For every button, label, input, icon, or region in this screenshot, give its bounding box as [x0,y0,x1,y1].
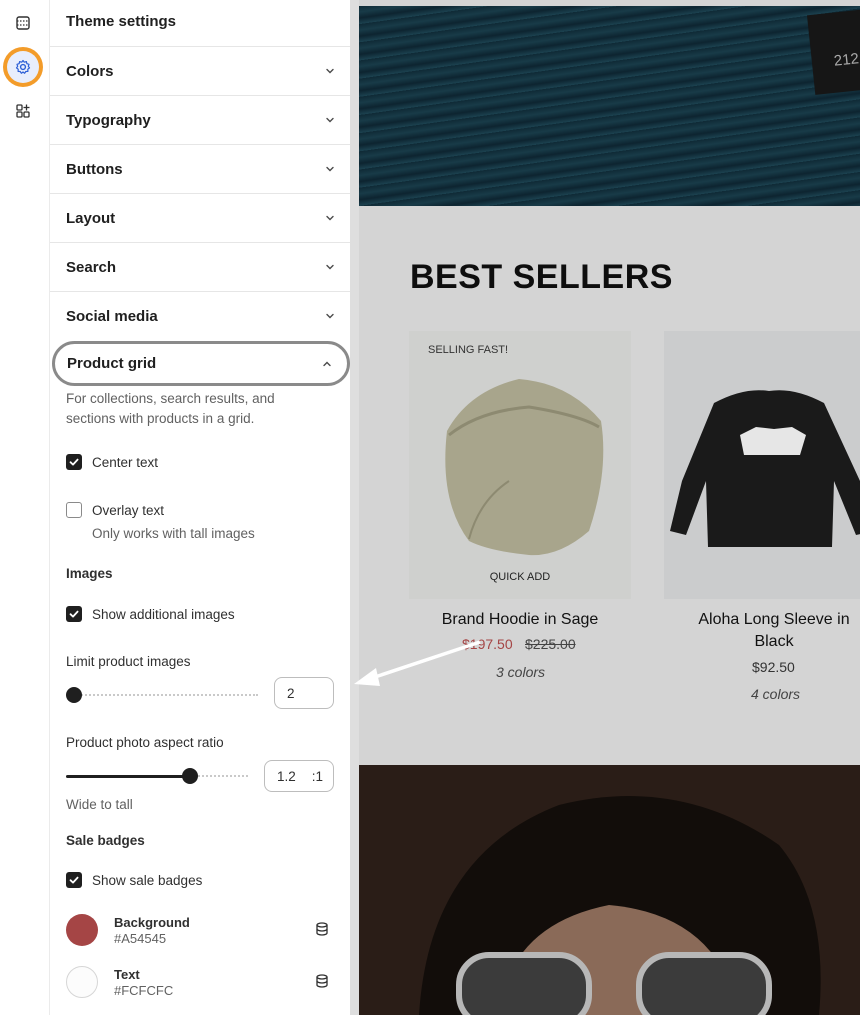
accordion-label: Social media [66,307,158,325]
add-block-icon [16,104,30,118]
product-name-line: Aloha Long Sleeve in [698,611,850,628]
theme-settings-button[interactable] [7,51,39,83]
portrait-illustration [419,796,821,1015]
overlay-text-checkbox[interactable]: Overlay text [66,502,164,518]
theme-settings-panel: Theme settings Colors Typography Buttons… [50,0,350,1015]
background-color-swatch[interactable] [66,914,98,946]
limit-images-value: 2 [287,685,295,701]
section-title: BEST SELLERS [410,258,673,296]
overlay-helper-text: Only works with tall images [92,526,255,541]
checkbox-label: Show additional images [92,606,235,622]
checkbox-label: Center text [92,454,159,470]
aspect-ratio-input[interactable]: 1.2 :1 [264,760,334,792]
chevron-down-icon [326,166,334,172]
aspect-ratio-helper: Wide to tall [66,797,133,812]
accordion-typography[interactable]: Typography [50,95,350,144]
chevron-down-icon [326,264,334,270]
check-icon [69,876,79,884]
aspect-ratio-track[interactable] [190,775,248,777]
accordion-product-grid[interactable]: Product grid [52,341,350,386]
database-icon[interactable] [314,921,330,937]
show-sale-badges-checkbox[interactable]: Show sale badges [66,872,202,888]
hero-tag-image: 212 [806,9,860,95]
add-block-button[interactable] [7,95,39,127]
text-color-hex: #FCFCFC [114,983,174,998]
store-preview: 212 BEST SELLERS SELLING FAST! QUICK ADD… [359,0,860,1015]
aspect-ratio-thumb[interactable] [182,768,198,784]
product-image-long-sleeve[interactable] [664,331,860,599]
chevron-up-icon [323,361,331,367]
product-name[interactable]: Aloha Long Sleeve in Black [689,609,859,653]
chevron-down-icon [326,117,334,123]
checkbox-label: Show sale badges [92,872,203,888]
checkbox-checked[interactable] [66,454,82,470]
panel-title: Theme settings [66,13,177,30]
center-text-checkbox[interactable]: Center text [66,454,158,470]
accordion-label: Buttons [66,160,123,178]
accordion-search[interactable]: Search [50,242,350,291]
aspect-ratio-fill [66,775,190,778]
long-sleeve-illustration [670,390,860,547]
hero-image: 212 [359,6,860,206]
accordion-buttons[interactable]: Buttons [50,144,350,193]
sections-button[interactable] [7,7,39,39]
product-name-line: Black [754,633,794,650]
text-color-swatch[interactable] [66,966,98,998]
accordion-layout[interactable]: Layout [50,193,350,242]
chevron-down-icon [326,313,334,319]
limit-images-label: Limit product images [66,654,191,669]
background-color-hex: #A54545 [114,931,167,946]
checkbox-label: Overlay text [92,502,165,518]
portrait-image [359,765,860,1015]
accordion-label: Product grid [67,355,157,372]
accordion-label: Colors [66,62,114,80]
section-description: For collections, search results, and sec… [66,391,275,426]
icon-rail [0,0,50,1015]
database-icon[interactable] [314,973,330,989]
check-icon [69,610,79,618]
sale-badges-heading: Sale badges [66,833,145,848]
color-count: 4 colors [751,686,801,702]
gear-icon [15,59,31,74]
hoodie-illustration [445,379,604,556]
product-image-hoodie[interactable]: SELLING FAST! QUICK ADD [409,331,631,599]
images-heading: Images [66,566,113,581]
aspect-ratio-label: Product photo aspect ratio [66,735,224,750]
aspect-ratio-value: 1.2 [277,768,296,784]
checkbox-checked[interactable] [66,872,82,888]
background-color-label: Background [114,915,190,930]
color-count: 3 colors [496,664,546,680]
accordion-colors[interactable]: Colors [50,46,350,95]
show-additional-images-checkbox[interactable]: Show additional images [66,606,235,622]
accordion-label: Layout [66,209,116,227]
quick-add-button[interactable]: QUICK ADD [409,571,631,583]
chevron-down-icon [326,68,334,74]
limit-images-track[interactable] [74,694,258,696]
compare-price: $225.00 [525,636,576,652]
accordion-label: Typography [66,111,151,129]
check-icon [69,458,79,466]
accordion-social-media[interactable]: Social media [50,291,350,340]
annotation-arrow [354,640,481,686]
checkbox-unchecked[interactable] [66,502,82,518]
panel-divider[interactable] [350,0,359,1015]
hero-tag-text: 212 [833,50,860,70]
chevron-down-icon [326,215,334,221]
aspect-ratio-suffix: :1 [311,768,323,784]
product-name[interactable]: Brand Hoodie in Sage [409,609,631,631]
product-price: $92.50 [752,659,795,675]
limit-images-input[interactable]: 2 [274,677,334,709]
limit-images-thumb[interactable] [66,687,82,703]
checkbox-checked[interactable] [66,606,82,622]
accordion-label: Search [66,258,117,276]
sections-icon [16,16,30,30]
text-color-label: Text [114,967,140,982]
